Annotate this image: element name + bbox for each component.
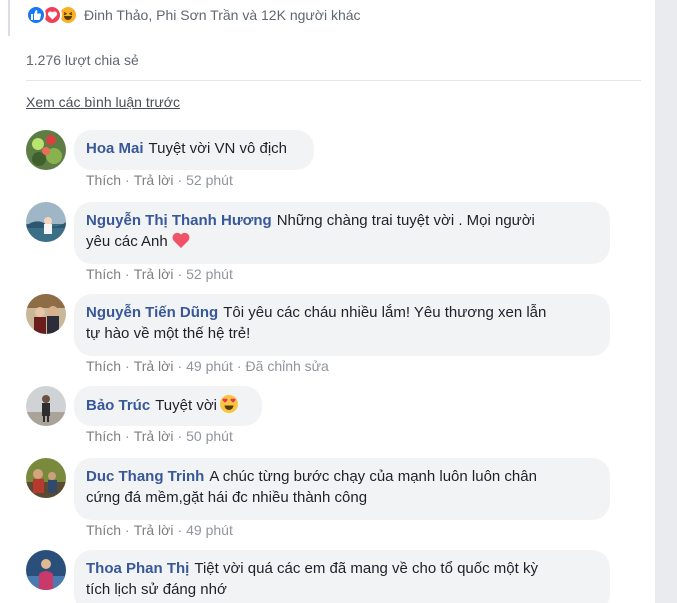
reply-button[interactable]: Trả lời [134,428,174,444]
avatar[interactable] [26,386,66,426]
divider [26,80,641,81]
heart-eyes-emoji-icon [219,394,239,420]
avatar[interactable] [26,294,66,334]
comment-bubble: Bảo Trúc Tuyệt vời [74,386,262,426]
comment-text-line: Những chàng trai tuyệt vời . Mọi người [276,212,535,229]
share-count[interactable]: 1.276 lượt chia sẻ [26,52,139,68]
comment-text-line: Tôi yêu các cháu nhiều lắm! Yêu thương x… [223,304,547,321]
edited-label[interactable]: Đã chỉnh sửa [246,358,329,374]
timestamp[interactable]: 50 phút [186,428,233,444]
avatar[interactable] [26,458,66,498]
avatar[interactable] [26,130,66,170]
comment-bubble: Duc Thang Trinh A chúc từng bước chạy của… [74,458,610,520]
view-previous-comments-link[interactable]: Xem các bình luận trước [26,94,180,110]
reaction-summary[interactable]: Đinh Thảo, Phi Sơn Trần và 12K người khá… [84,7,361,23]
comment-bubble: Thoa Phan Thị Tiệt vời quá các em đã mang… [74,550,610,603]
reply-button[interactable]: Trả lời [134,358,174,374]
comment-text-line: yêu các Anh [86,233,168,250]
reply-button[interactable]: Trả lời [134,522,174,538]
reactions-bar[interactable]: Đinh Thảo, Phi Sơn Trần và 12K người khá… [26,4,361,26]
avatar[interactable] [26,202,66,242]
comment-author[interactable]: Hoa Mai [86,140,144,157]
comment-author[interactable]: Duc Thang Trinh [86,468,204,485]
comment-text-line: cứng đá mềm,gặt hái đc nhiều thành công [86,489,368,506]
comment-actions: Thích · Trả lời · 52 phút [86,266,233,282]
comment-author[interactable]: Nguyễn Tiến Dũng [86,304,218,321]
comment-bubble: Hoa Mai Tuyệt vời VN vô địch [74,130,314,170]
comment-actions: Thích · Trả lời · 49 phút · Đã chỉnh sửa [86,358,329,374]
comment-bubble: Nguyễn Thị Thanh Hương Những chàng trai t… [74,202,610,264]
comment-author[interactable]: Bảo Trúc [86,397,150,414]
reply-button[interactable]: Trả lời [134,266,174,282]
timestamp[interactable]: 49 phút [186,522,233,538]
heart-icon [171,231,191,255]
comment-author[interactable]: Thoa Phan Thị [86,560,189,577]
comment-bubble: Nguyễn Tiến Dũng Tôi yêu các cháu nhiều l… [74,294,610,356]
comment-text-line: tự hào về một thế hệ trẻ! [86,325,251,342]
reply-button[interactable]: Trả lời [134,172,174,188]
timestamp[interactable]: 52 phút [186,266,233,282]
comments-panel: Đinh Thảo, Phi Sơn Trần và 12K người khá… [0,0,655,603]
like-button[interactable]: Thích [86,522,121,538]
like-button[interactable]: Thích [86,358,121,374]
avatar[interactable] [26,550,66,590]
like-button[interactable]: Thích [86,266,121,282]
comment-actions: Thích · Trả lời · 50 phút [86,428,233,444]
like-button[interactable]: Thích [86,428,121,444]
like-button[interactable]: Thích [86,172,121,188]
like-icon [26,5,46,25]
comment-text: Tuyệt vời VN vô địch [148,140,288,157]
comment-actions: Thích · Trả lời · 49 phút [86,522,233,538]
scrollbar-track[interactable] [655,0,677,603]
timestamp[interactable]: 49 phút [186,358,233,374]
comment-text-line: tích lịch sử đáng nhớ [86,581,227,598]
comment-text: Tuyệt vời [155,397,217,414]
comment-text-line: A chúc từng bước chạy của mạnh luôn luôn… [209,468,537,485]
comment-text-line: Tiệt vời quá các em đã mang về cho tổ qu… [194,560,538,577]
comment-author[interactable]: Nguyễn Thị Thanh Hương [86,212,272,229]
timestamp[interactable]: 52 phút [186,172,233,188]
thread-line [8,0,10,36]
comment-actions: Thích · Trả lời · 52 phút [86,172,233,188]
